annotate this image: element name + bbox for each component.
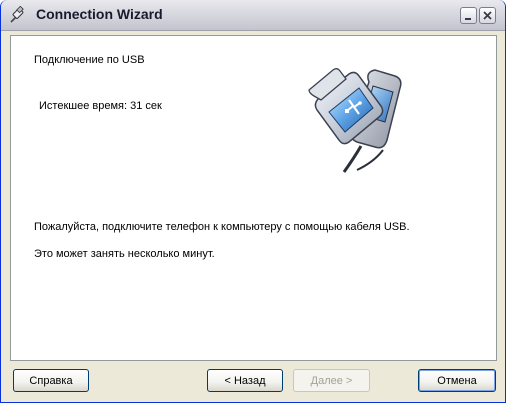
wizard-content-panel: Подключение по USB Истекшее время: 31 се… xyxy=(10,35,497,361)
minimize-button[interactable] xyxy=(460,7,477,24)
close-button[interactable] xyxy=(479,7,496,24)
usb-cable-icon xyxy=(10,6,24,23)
back-button[interactable]: < Назад xyxy=(207,369,283,392)
help-button[interactable]: Справка xyxy=(13,369,89,392)
connect-instruction-text: Пожалуйста, подключите телефон к компьют… xyxy=(34,221,410,233)
elapsed-time-label: Истекшее время: 31 сек xyxy=(39,100,162,112)
duration-note-text: Это может занять несколько минут. xyxy=(34,248,215,260)
minimize-icon xyxy=(465,18,471,20)
connection-wizard-window: Connection Wizard Подключение по USB Ист… xyxy=(0,0,506,403)
title-bar[interactable]: Connection Wizard xyxy=(1,0,505,31)
page-heading: Подключение по USB xyxy=(34,54,145,66)
window-title: Connection Wizard xyxy=(36,6,163,22)
cancel-button[interactable]: Отмена xyxy=(418,369,496,392)
close-icon xyxy=(483,11,492,20)
usb-phone-connection-icon xyxy=(308,68,402,173)
next-button[interactable]: Далее > xyxy=(293,369,370,392)
